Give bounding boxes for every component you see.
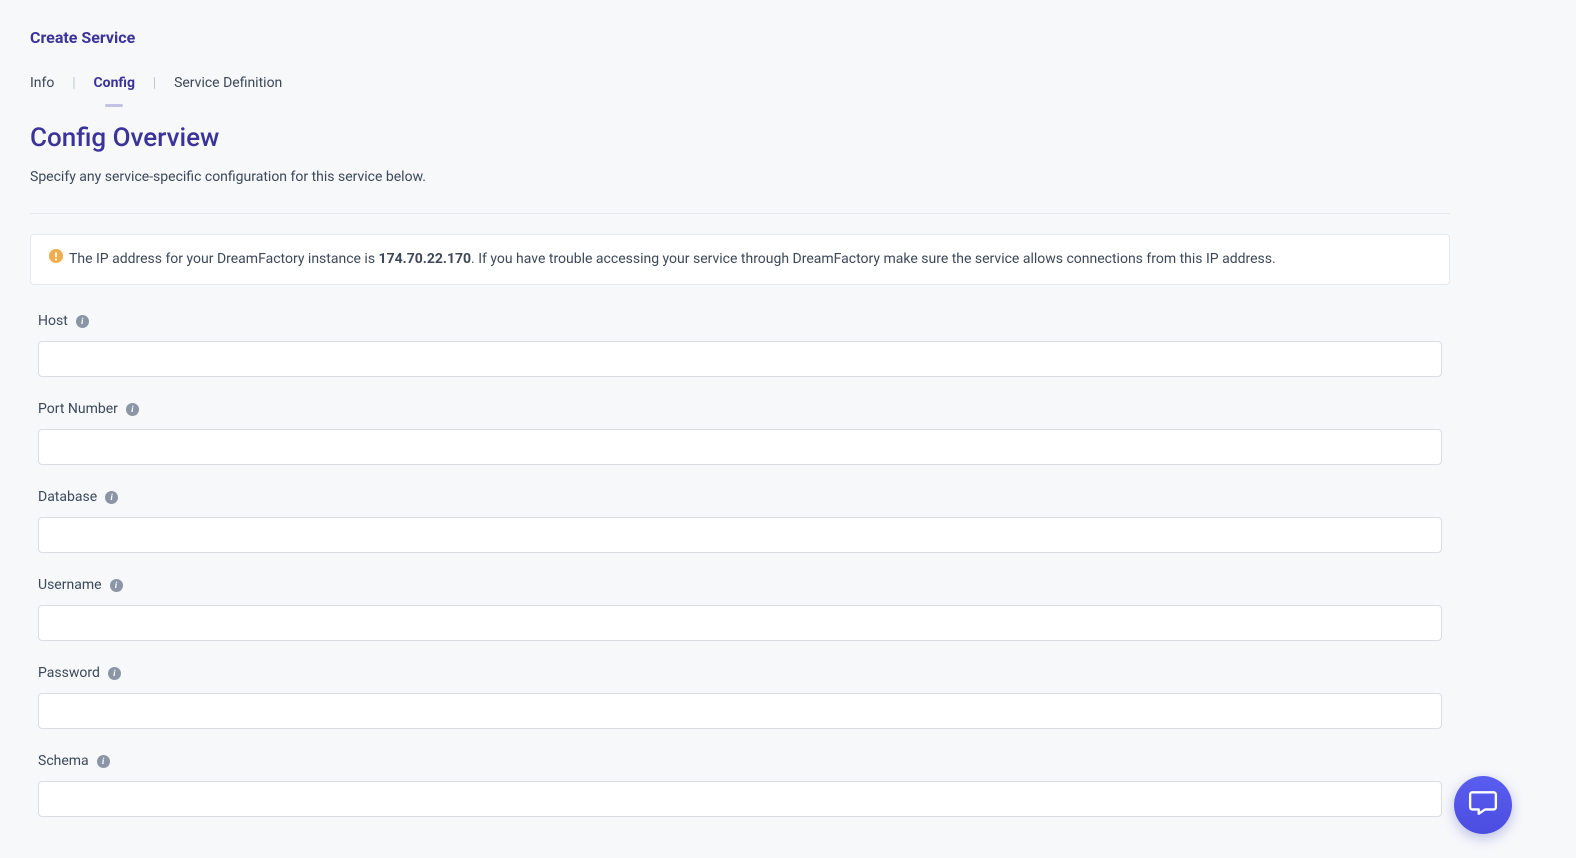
form-group-port: Port Number i bbox=[30, 401, 1450, 465]
label-password: Password bbox=[38, 665, 100, 681]
tabs-row: Info | Config | Service Definition bbox=[30, 75, 1450, 91]
label-username: Username bbox=[38, 577, 102, 593]
label-port: Port Number bbox=[38, 401, 118, 417]
label-database: Database bbox=[38, 489, 97, 505]
host-input[interactable] bbox=[38, 341, 1442, 377]
tab-service-definition[interactable]: Service Definition bbox=[174, 75, 282, 91]
port-input[interactable] bbox=[38, 429, 1442, 465]
chat-widget-button[interactable] bbox=[1454, 776, 1512, 834]
tab-info[interactable]: Info bbox=[30, 75, 54, 91]
info-icon[interactable]: i bbox=[105, 491, 118, 504]
banner-ip: 174.70.22.170 bbox=[379, 251, 472, 267]
info-icon[interactable]: i bbox=[110, 579, 123, 592]
form-group-host: Host i bbox=[30, 313, 1450, 377]
info-icon[interactable]: i bbox=[108, 667, 121, 680]
password-input[interactable] bbox=[38, 693, 1442, 729]
tab-separator: | bbox=[153, 75, 156, 91]
schema-input[interactable] bbox=[38, 781, 1442, 817]
form-group-username: Username i bbox=[30, 577, 1450, 641]
info-icon[interactable]: i bbox=[126, 403, 139, 416]
section-description: Specify any service-specific configurati… bbox=[30, 169, 1450, 185]
form-group-password: Password i bbox=[30, 665, 1450, 729]
divider bbox=[30, 213, 1450, 214]
ip-info-banner: The IP address for your DreamFactory ins… bbox=[30, 234, 1450, 285]
username-input[interactable] bbox=[38, 605, 1442, 641]
database-input[interactable] bbox=[38, 517, 1442, 553]
banner-text: The IP address for your DreamFactory ins… bbox=[69, 249, 1276, 270]
warning-icon bbox=[49, 249, 63, 270]
page-title: Create Service bbox=[30, 28, 1450, 47]
label-host: Host bbox=[38, 313, 68, 329]
form-group-database: Database i bbox=[30, 489, 1450, 553]
info-icon[interactable]: i bbox=[76, 315, 89, 328]
banner-text-post: . If you have trouble accessing your ser… bbox=[471, 251, 1276, 267]
tab-config[interactable]: Config bbox=[94, 75, 135, 91]
label-schema: Schema bbox=[38, 753, 89, 769]
chat-icon bbox=[1468, 788, 1498, 822]
tab-separator: | bbox=[72, 75, 75, 91]
section-heading: Config Overview bbox=[30, 123, 1450, 153]
form-group-schema: Schema i bbox=[30, 753, 1450, 817]
banner-text-pre: The IP address for your DreamFactory ins… bbox=[69, 251, 379, 267]
info-icon[interactable]: i bbox=[97, 755, 110, 768]
